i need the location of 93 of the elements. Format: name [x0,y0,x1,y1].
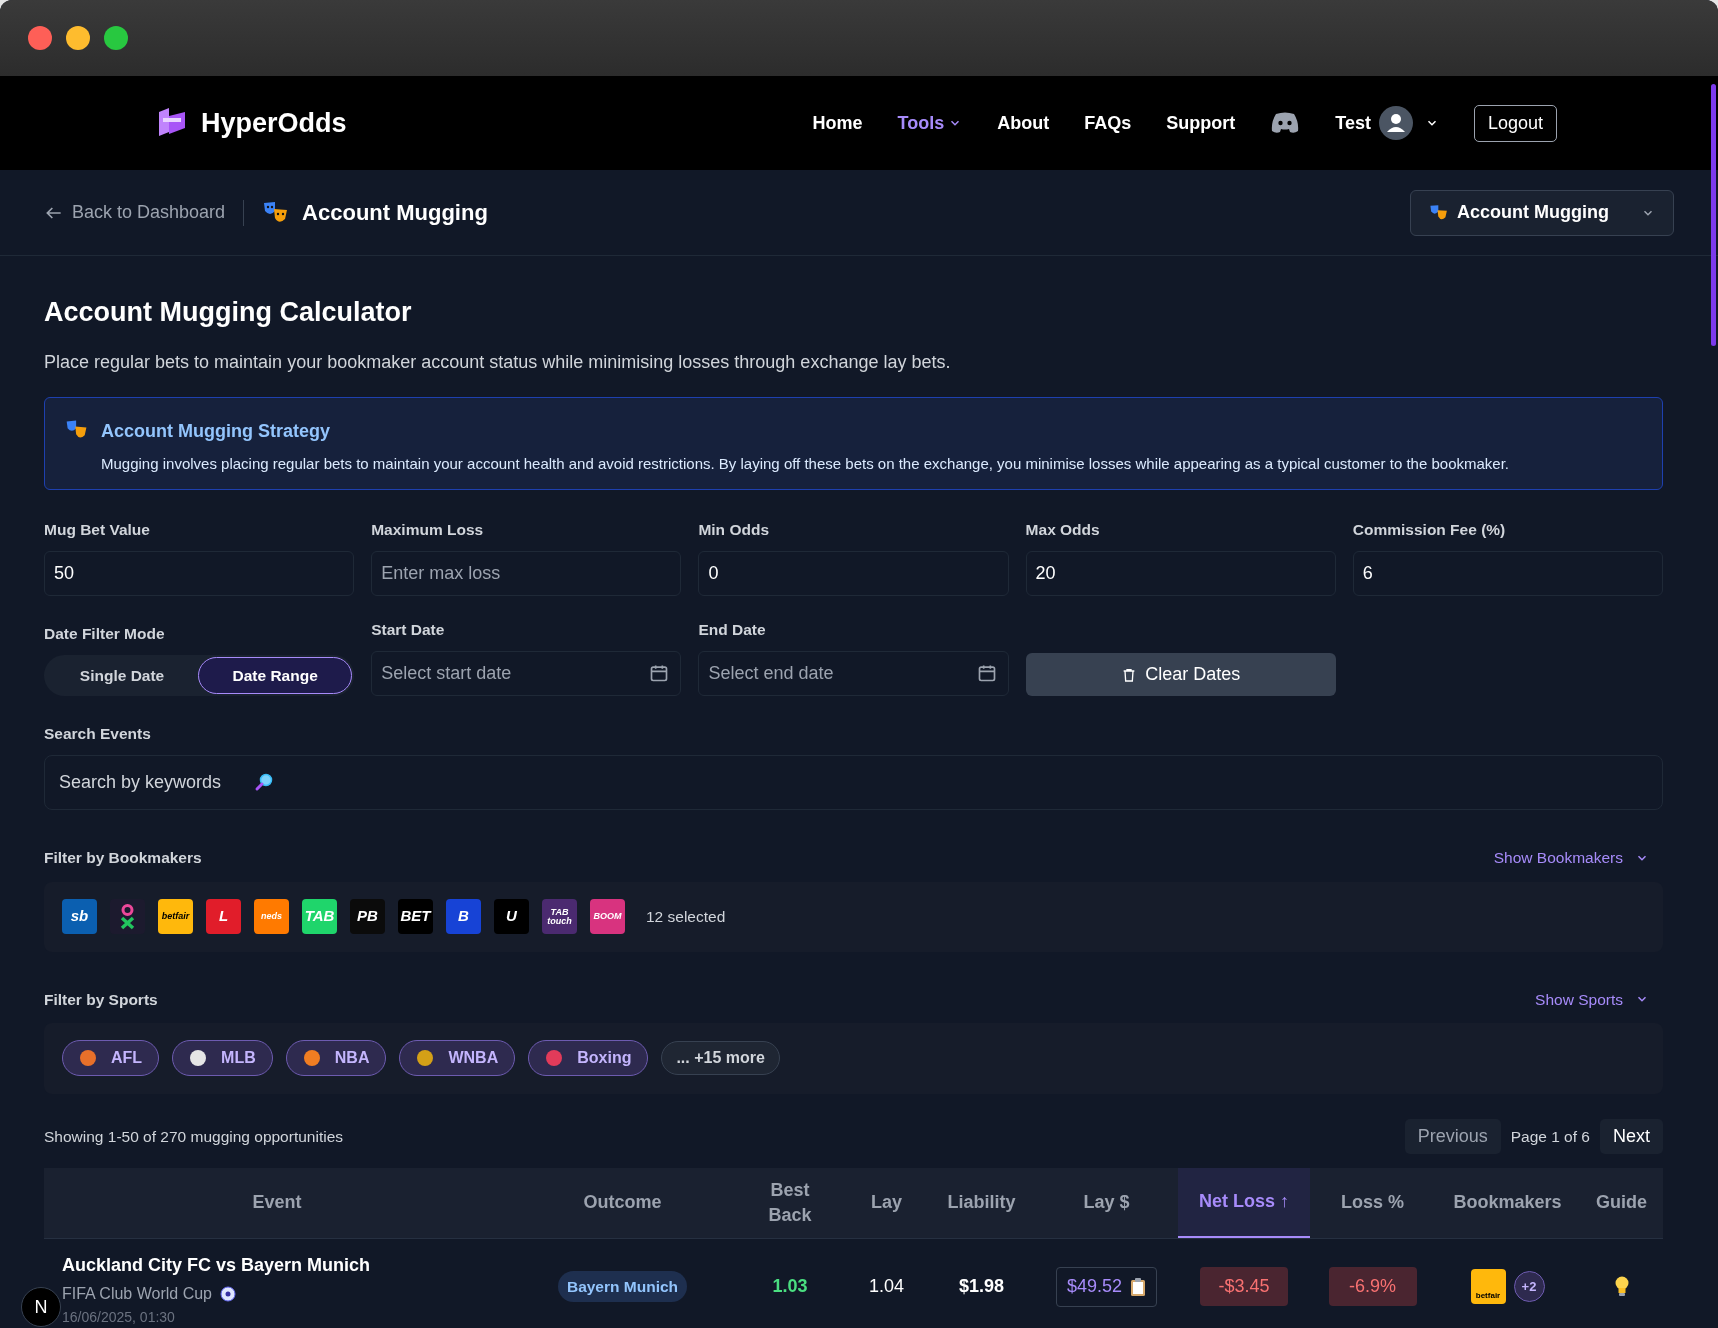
brand-name: HyperOdds [201,106,347,140]
more-bookmakers-badge: +2 [1513,1271,1545,1303]
field-label: Max Odds [1025,519,1101,540]
section-label: Filter by Sports [44,989,158,1010]
column-header[interactable]: Guide [1580,1167,1663,1238]
dev-tools-badge[interactable]: N [21,1287,61,1327]
column-header[interactable]: Net Loss ↑ [1178,1167,1310,1238]
nav-link[interactable]: Home [812,109,863,137]
maximize-window-button[interactable] [104,26,128,50]
strategy-title: Account Mugging Strategy [101,419,331,443]
bookmaker-logo[interactable]: L [206,899,241,934]
lightbulb-icon[interactable] [1613,1275,1630,1298]
bookmaker-logo[interactable]: TAB touch [542,899,577,934]
bookmaker-logo[interactable] [110,899,145,934]
nav-link[interactable]: FAQs [1084,109,1132,137]
clipboard-icon [1130,1276,1147,1297]
number-input-field[interactable]: 6 [1352,550,1663,596]
user-avatar-icon[interactable] [1378,106,1413,140]
date-input-field[interactable]: Select start date [371,651,682,696]
selected-count: 12 selected [646,906,726,927]
column-header[interactable]: Best Back [735,1167,845,1238]
sport-chip[interactable]: WNBA [399,1040,516,1077]
expand-toggle-link[interactable]: Show Bookmakers [1493,846,1649,870]
minimize-window-button[interactable] [66,26,90,50]
next-page-button[interactable]: Next [1600,1118,1663,1154]
clear-dates-button[interactable]: Clear Dates [1025,653,1336,696]
field-label: End Date [698,619,767,640]
logout-button[interactable]: Logout [1473,104,1557,142]
number-input-field[interactable]: 50 [44,550,355,596]
tool-select[interactable]: Account Mugging [1410,189,1674,236]
more-sports-chip[interactable]: ... +15 more [661,1041,780,1076]
column-header[interactable]: Event [44,1167,510,1238]
table-cell-text: 1.03 [771,1275,809,1299]
calculator-description: Place regular bets to maintain your bookmaker account status while minimising losses through exchange lay bets. [44,350,952,374]
nav-link[interactable]: Support [1166,109,1236,137]
sport-chip[interactable]: MLB [172,1040,273,1077]
event-name: Auckland City FC vs Bayern Munich [62,1253,372,1277]
bookmaker-logo[interactable]: BOOM [590,899,625,934]
nav-link[interactable]: About [997,109,1050,137]
bookmaker-logo[interactable]: sb [62,899,97,934]
column-header[interactable]: Bookmakers [1435,1167,1580,1238]
field-label: Search Events [44,724,152,744]
calendar-icon [649,663,670,683]
net-loss-value: -$3.45 [1200,1267,1288,1307]
previous-page-button[interactable]: Previous [1404,1118,1501,1154]
event-time: 16/06/2025, 01:30 [62,1307,176,1327]
chat-controller-icon[interactable] [1270,112,1301,134]
field-label: Commission Fee (%) [1352,519,1507,540]
number-input-field[interactable]: Enter max loss [371,550,682,596]
bookmaker-logo[interactable]: B [446,899,481,934]
table-cell-text: 1.04 [867,1275,905,1299]
date-input-field[interactable]: Select end date [698,651,1009,696]
bookmaker-logo: betfair [1470,1269,1506,1305]
field-label: Maximum Loss [371,519,485,540]
calculator-title: Account Mugging Calculator [44,296,413,329]
date-mode-tab[interactable]: Date Range [198,657,353,694]
page-indicator: Page 1 of 6 [1510,1126,1590,1147]
column-header[interactable]: Lay $ [1035,1167,1178,1238]
search-field[interactable]: Search by keywords [44,755,1663,811]
field-label: Date Filter Mode [44,623,166,644]
table-cell-text: $1.98 [957,1275,1005,1299]
number-input-field[interactable]: 20 [1025,550,1336,596]
bookmaker-logo[interactable]: PB [350,899,385,934]
bookmaker-logo[interactable]: betfair [158,899,193,934]
sport-chip[interactable]: NBA [285,1040,387,1077]
results-summary: Showing 1-50 of 270 mugging opportunities [44,1126,343,1147]
user-name: Test [1335,111,1371,135]
column-header[interactable]: Lay [845,1167,928,1238]
column-header[interactable]: Outcome [510,1167,735,1238]
search-icon [254,772,274,793]
bookmaker-logo[interactable]: BET [398,899,433,934]
expand-toggle-link[interactable]: Show Sports [1535,987,1649,1011]
section-label: Filter by Bookmakers [44,848,202,869]
field-label: Start Date [371,619,446,640]
strategy-text: Mugging involves placing regular bets to maintain your account health and avoid restrictions. By laying off these bets on the exchange, you minimise losses while appearing as a typical customer to the bookmaker. [101,453,1509,474]
close-window-button[interactable] [28,26,52,50]
sport-chip[interactable]: AFL [62,1040,160,1077]
copy-stake-button[interactable]: $49.52 [1055,1266,1158,1307]
loss-percent-value: -6.9% [1328,1267,1417,1307]
sport-chip[interactable]: Boxing [528,1040,649,1077]
page-heading: Account Mugging [302,199,488,227]
field-label: Mug Bet Value [44,519,151,540]
number-input-field[interactable]: 0 [698,550,1009,596]
date-mode-tab[interactable]: Single Date [46,657,199,694]
field-label: Min Odds [698,519,770,540]
outcome-tag: Bayern Munich [557,1271,688,1303]
bookmaker-logo[interactable]: U [494,899,529,934]
column-header[interactable]: Liability [928,1167,1035,1238]
calendar-icon [976,663,997,683]
column-header[interactable]: Loss % [1310,1167,1435,1238]
back-link[interactable]: Back to Dashboard [44,199,226,226]
nav-link[interactable]: Tools [897,109,963,137]
competition-name: FIFA Club World Cup [62,1283,212,1304]
